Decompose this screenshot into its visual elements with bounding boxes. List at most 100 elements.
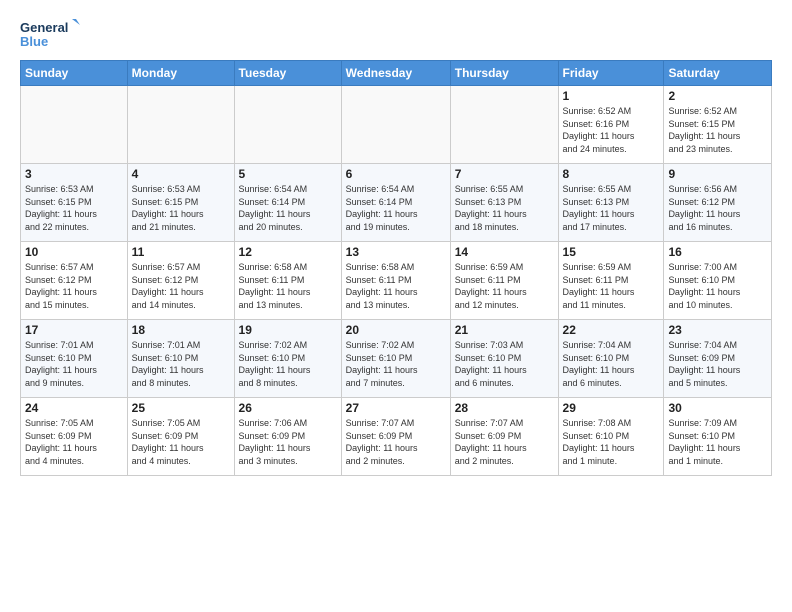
calendar-cell: 14Sunrise: 6:59 AM Sunset: 6:11 PM Dayli… [450, 242, 558, 320]
calendar-week-4: 17 Sunrise: 7:01 AM Sunset: 6:10 PM Dayli… [21, 320, 772, 398]
calendar-cell: 7Sunrise: 6:55 AM Sunset: 6:13 PM Daylig… [450, 164, 558, 242]
calendar-cell: 26 Sunrise: 7:06 AM Sunset: 6:09 PM Dayli… [234, 398, 341, 476]
calendar-cell: 18Sunrise: 7:01 AM Sunset: 6:10 PM Dayli… [127, 320, 234, 398]
calendar-cell: 4 Sunrise: 6:53 AM Sunset: 6:15 PM Daylig… [127, 164, 234, 242]
calendar-cell: 17 Sunrise: 7:01 AM Sunset: 6:10 PM Dayli… [21, 320, 128, 398]
day-info: Sunrise: 6:57 AM Sunset: 6:12 PM Dayligh… [132, 261, 230, 311]
day-number: 30 [668, 401, 767, 415]
day-number: 2 [668, 89, 767, 103]
day-info: Sunrise: 6:54 AM Sunset: 6:14 PM Dayligh… [239, 183, 337, 233]
calendar-week-3: 10 Sunrise: 6:57 AM Sunset: 6:12 PM Dayli… [21, 242, 772, 320]
day-info: Sunrise: 7:06 AM Sunset: 6:09 PM Dayligh… [239, 417, 337, 467]
weekday-header-monday: Monday [127, 61, 234, 86]
weekday-header-row: SundayMondayTuesdayWednesdayThursdayFrid… [21, 61, 772, 86]
calendar-cell: 11 Sunrise: 6:57 AM Sunset: 6:12 PM Dayli… [127, 242, 234, 320]
day-number: 21 [455, 323, 554, 337]
day-info: Sunrise: 6:59 AM Sunset: 6:11 PM Dayligh… [563, 261, 660, 311]
page: General Blue SundayMondayTuesdayWednesda… [0, 0, 792, 486]
day-info: Sunrise: 6:59 AM Sunset: 6:11 PM Dayligh… [455, 261, 554, 311]
day-number: 25 [132, 401, 230, 415]
day-info: Sunrise: 6:57 AM Sunset: 6:12 PM Dayligh… [25, 261, 123, 311]
day-info: Sunrise: 6:58 AM Sunset: 6:11 PM Dayligh… [239, 261, 337, 311]
day-info: Sunrise: 7:04 AM Sunset: 6:10 PM Dayligh… [563, 339, 660, 389]
calendar-cell: 1 Sunrise: 6:52 AM Sunset: 6:16 PM Daylig… [558, 86, 664, 164]
calendar-cell [234, 86, 341, 164]
calendar-cell [341, 86, 450, 164]
weekday-header-thursday: Thursday [450, 61, 558, 86]
calendar-cell: 16 Sunrise: 7:00 AM Sunset: 6:10 PM Dayli… [664, 242, 772, 320]
day-number: 7 [455, 167, 554, 181]
day-number: 8 [563, 167, 660, 181]
day-info: Sunrise: 6:52 AM Sunset: 6:16 PM Dayligh… [563, 105, 660, 155]
day-number: 24 [25, 401, 123, 415]
svg-text:General: General [20, 20, 68, 35]
calendar-cell: 3Sunrise: 6:53 AM Sunset: 6:15 PM Daylig… [21, 164, 128, 242]
day-info: Sunrise: 7:05 AM Sunset: 6:09 PM Dayligh… [132, 417, 230, 467]
svg-text:Blue: Blue [20, 34, 48, 49]
calendar-cell: 25 Sunrise: 7:05 AM Sunset: 6:09 PM Dayli… [127, 398, 234, 476]
calendar-cell: 2Sunrise: 6:52 AM Sunset: 6:15 PM Daylig… [664, 86, 772, 164]
weekday-header-friday: Friday [558, 61, 664, 86]
calendar-table: SundayMondayTuesdayWednesdayThursdayFrid… [20, 60, 772, 476]
day-number: 11 [132, 245, 230, 259]
day-info: Sunrise: 7:03 AM Sunset: 6:10 PM Dayligh… [455, 339, 554, 389]
calendar-cell: 9 Sunrise: 6:56 AM Sunset: 6:12 PM Daylig… [664, 164, 772, 242]
calendar-cell: 28Sunrise: 7:07 AM Sunset: 6:09 PM Dayli… [450, 398, 558, 476]
calendar-cell: 10 Sunrise: 6:57 AM Sunset: 6:12 PM Dayli… [21, 242, 128, 320]
day-info: Sunrise: 7:00 AM Sunset: 6:10 PM Dayligh… [668, 261, 767, 311]
day-number: 26 [239, 401, 337, 415]
calendar-cell: 21 Sunrise: 7:03 AM Sunset: 6:10 PM Dayli… [450, 320, 558, 398]
weekday-header-tuesday: Tuesday [234, 61, 341, 86]
day-number: 20 [346, 323, 446, 337]
calendar-week-2: 3 Sunrise: 6:53 AM Sunset: 6:15 PM Daylig… [21, 164, 772, 242]
day-info: Sunrise: 7:07 AM Sunset: 6:09 PM Dayligh… [455, 417, 554, 467]
day-number: 19 [239, 323, 337, 337]
day-info: Sunrise: 7:05 AM Sunset: 6:09 PM Dayligh… [25, 417, 123, 467]
day-info: Sunrise: 6:58 AM Sunset: 6:11 PM Dayligh… [346, 261, 446, 311]
calendar-cell: 13 Sunrise: 6:58 AM Sunset: 6:11 PM Dayli… [341, 242, 450, 320]
day-number: 1 [563, 89, 660, 103]
calendar-cell: 6Sunrise: 6:54 AM Sunset: 6:14 PM Daylig… [341, 164, 450, 242]
day-number: 15 [563, 245, 660, 259]
calendar-cell [450, 86, 558, 164]
day-number: 23 [668, 323, 767, 337]
weekday-header-sunday: Sunday [21, 61, 128, 86]
day-info: Sunrise: 6:53 AM Sunset: 6:15 PM Dayligh… [132, 183, 230, 233]
day-info: Sunrise: 7:09 AM Sunset: 6:10 PM Dayligh… [668, 417, 767, 467]
header: General Blue [20, 16, 772, 52]
day-info: Sunrise: 7:07 AM Sunset: 6:09 PM Dayligh… [346, 417, 446, 467]
day-number: 29 [563, 401, 660, 415]
day-info: Sunrise: 7:04 AM Sunset: 6:09 PM Dayligh… [668, 339, 767, 389]
calendar-cell: 5 Sunrise: 6:54 AM Sunset: 6:14 PM Daylig… [234, 164, 341, 242]
day-info: Sunrise: 6:55 AM Sunset: 6:13 PM Dayligh… [563, 183, 660, 233]
day-number: 3 [25, 167, 123, 181]
day-info: Sunrise: 7:01 AM Sunset: 6:10 PM Dayligh… [25, 339, 123, 389]
calendar-cell: 24 Sunrise: 7:05 AM Sunset: 6:09 PM Dayli… [21, 398, 128, 476]
calendar-cell: 20 Sunrise: 7:02 AM Sunset: 6:10 PM Dayli… [341, 320, 450, 398]
day-number: 12 [239, 245, 337, 259]
day-number: 13 [346, 245, 446, 259]
day-number: 17 [25, 323, 123, 337]
calendar-cell: 19 Sunrise: 7:02 AM Sunset: 6:10 PM Dayli… [234, 320, 341, 398]
calendar-cell [127, 86, 234, 164]
day-number: 6 [346, 167, 446, 181]
calendar-cell [21, 86, 128, 164]
day-info: Sunrise: 7:08 AM Sunset: 6:10 PM Dayligh… [563, 417, 660, 467]
day-info: Sunrise: 6:56 AM Sunset: 6:12 PM Dayligh… [668, 183, 767, 233]
day-number: 9 [668, 167, 767, 181]
calendar-cell: 30 Sunrise: 7:09 AM Sunset: 6:10 PM Dayli… [664, 398, 772, 476]
weekday-header-saturday: Saturday [664, 61, 772, 86]
day-number: 4 [132, 167, 230, 181]
day-number: 22 [563, 323, 660, 337]
calendar-cell: 12 Sunrise: 6:58 AM Sunset: 6:11 PM Dayli… [234, 242, 341, 320]
day-info: Sunrise: 7:02 AM Sunset: 6:10 PM Dayligh… [239, 339, 337, 389]
day-info: Sunrise: 7:02 AM Sunset: 6:10 PM Dayligh… [346, 339, 446, 389]
calendar-cell: 29 Sunrise: 7:08 AM Sunset: 6:10 PM Dayli… [558, 398, 664, 476]
day-info: Sunrise: 7:01 AM Sunset: 6:10 PM Dayligh… [132, 339, 230, 389]
day-number: 16 [668, 245, 767, 259]
calendar-week-5: 24 Sunrise: 7:05 AM Sunset: 6:09 PM Dayli… [21, 398, 772, 476]
day-number: 27 [346, 401, 446, 415]
day-number: 10 [25, 245, 123, 259]
calendar-cell: 23 Sunrise: 7:04 AM Sunset: 6:09 PM Dayli… [664, 320, 772, 398]
day-number: 5 [239, 167, 337, 181]
